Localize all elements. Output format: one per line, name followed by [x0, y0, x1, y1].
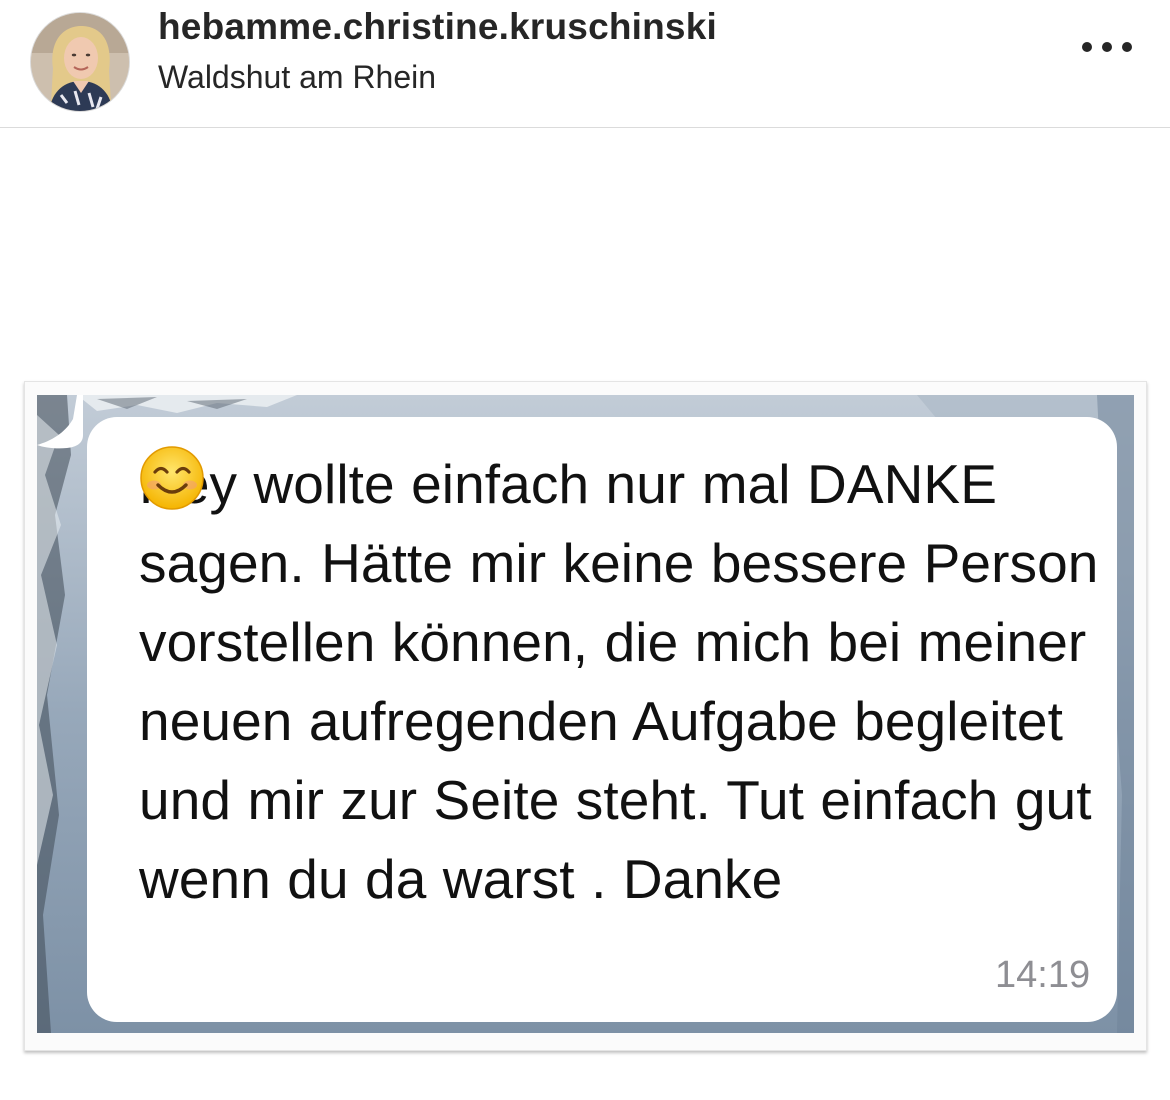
avatar-photo — [31, 13, 129, 111]
avatar[interactable] — [30, 12, 130, 112]
post-header: hebamme.christine.kruschinski Waldshut a… — [0, 0, 1170, 128]
chat-wallpaper: Hey wollte einfach nur mal DANKE sagen. … — [37, 395, 1134, 1033]
post-username[interactable]: hebamme.christine.kruschinski — [158, 6, 717, 48]
more-options-icon — [1082, 42, 1092, 52]
message-text: Hey wollte einfach nur mal DANKE sagen. … — [139, 445, 1114, 919]
message-timestamp: 14:19 — [995, 954, 1091, 996]
more-options-button[interactable] — [1075, 30, 1139, 64]
post-location[interactable]: Waldshut am Rhein — [158, 59, 436, 96]
bubble-tail — [37, 395, 83, 449]
message-body: Hey wollte einfach nur mal DANKE sagen. … — [139, 453, 1099, 910]
post-image[interactable]: Hey wollte einfach nur mal DANKE sagen. … — [24, 381, 1147, 1051]
message-bubble[interactable]: Hey wollte einfach nur mal DANKE sagen. … — [87, 417, 1117, 1022]
